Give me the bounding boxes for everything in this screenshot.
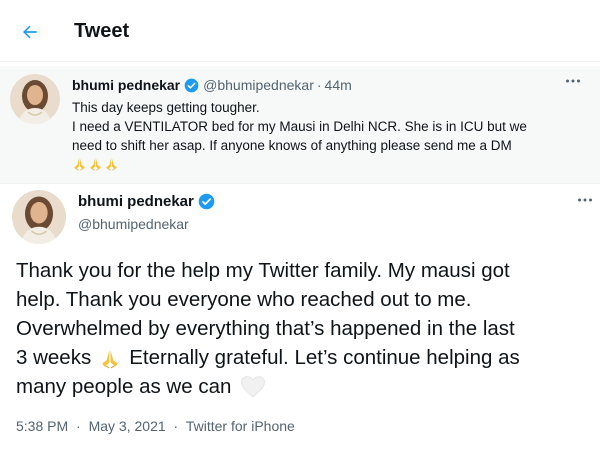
- main-tweet-author: bhumi pednekar: [78, 193, 219, 210]
- arrow-left-icon: [23, 25, 37, 39]
- tweet-date[interactable]: May 3, 2021: [89, 418, 166, 434]
- parent-tweet-text: This day keeps getting tougher. I need a…: [72, 98, 592, 171]
- verified-badge-icon: [198, 193, 215, 210]
- more-horizontal-icon: [566, 79, 580, 83]
- tweet-source[interactable]: Twitter for iPhone: [186, 418, 295, 434]
- author-handle[interactable]: @bhumipednekar: [203, 77, 314, 93]
- folded-hands-icon: [74, 158, 85, 171]
- tweet-text-line: I need a VENTILATOR bed for my Mausi in …: [72, 119, 527, 134]
- tweet-text-line: Thank you for the help my Twitter family…: [16, 259, 510, 282]
- author-name[interactable]: bhumi pednekar: [72, 77, 180, 93]
- more-horizontal-icon: [578, 198, 592, 202]
- verified-badge-icon: [184, 78, 199, 92]
- tweet-text-line: help. Thank you everyone who reached out…: [16, 288, 472, 311]
- main-tweet-text: Thank you for the help my Twitter family…: [16, 256, 596, 401]
- separator-dot: ·: [316, 77, 322, 93]
- tweet-time[interactable]: 5:38 PM: [16, 418, 68, 434]
- folded-hands-icon: [90, 158, 101, 171]
- avatar[interactable]: [12, 190, 66, 244]
- tweet-text-segment: Eternally grateful. Let’s continue helpi…: [129, 346, 520, 369]
- emoji-row: [72, 156, 592, 171]
- author-name[interactable]: bhumi pednekar: [78, 193, 194, 210]
- folded-hands-icon: [106, 158, 117, 171]
- parent-tweet[interactable]: bhumi pednekar @bhumipednekar · 44m This…: [0, 66, 600, 184]
- tweet-text-line: This day keeps getting tougher.: [72, 100, 260, 115]
- tweet-text-line: need to shift her asap. If anyone knows …: [72, 138, 512, 153]
- tweet-time[interactable]: 44m: [325, 77, 352, 93]
- tweet-text-segment: many people as we can: [16, 375, 232, 398]
- separator-dot: ·: [173, 418, 179, 434]
- avatar[interactable]: [10, 74, 60, 124]
- parent-tweet-author: bhumi pednekar @bhumipednekar · 44m: [72, 77, 352, 93]
- tweet-text-segment: 3 weeks: [16, 346, 92, 369]
- tweet-text-line: Overwhelmed by everything that’s happene…: [16, 317, 515, 340]
- more-options-button[interactable]: [562, 74, 584, 88]
- tweet-timestamp: 5:38 PM · May 3, 2021 · Twitter for iPho…: [16, 418, 295, 434]
- folded-hands-icon: [102, 349, 118, 368]
- white-heart-icon: [241, 375, 266, 398]
- page-title: Tweet: [74, 20, 130, 42]
- tweet-text-line-with-emoji: 3 weeks Eternally grateful. Let’s contin…: [16, 343, 596, 372]
- tweet-text-line-with-emoji: many people as we can: [16, 372, 596, 401]
- author-handle[interactable]: @bhumipednekar: [78, 216, 189, 232]
- tweet-header: Tweet: [0, 0, 600, 62]
- separator-dot: ·: [76, 418, 81, 434]
- back-button[interactable]: [16, 18, 44, 46]
- more-options-button[interactable]: [574, 193, 596, 207]
